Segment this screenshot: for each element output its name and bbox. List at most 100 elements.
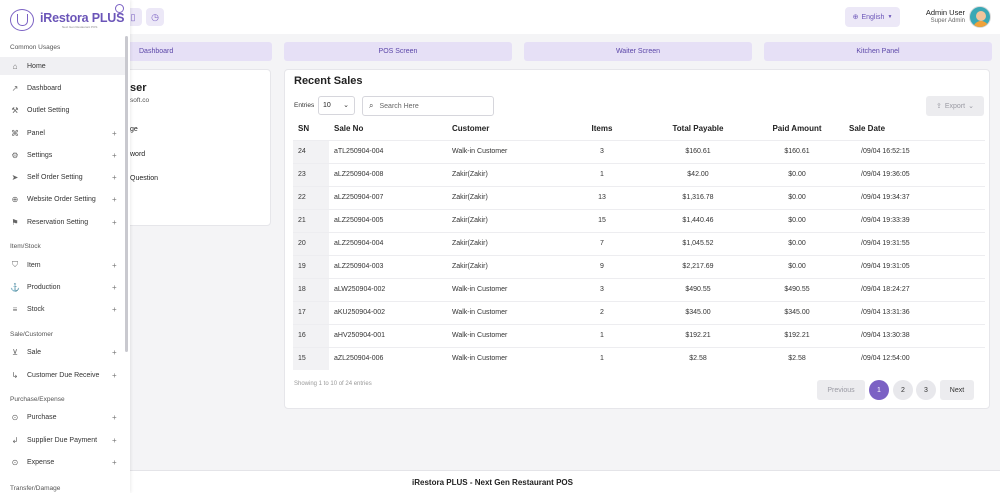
user-name[interactable]: Admin User (905, 8, 965, 17)
sidebar-section-common-usages: Common Usages (10, 44, 61, 51)
column-header-paid-amount[interactable]: Paid Amount (757, 117, 837, 140)
next-page-button[interactable]: Next (940, 380, 974, 400)
sidebar-item-label: Self Order Setting (27, 173, 83, 181)
cell-sale-no: aKU250904-002 (329, 300, 447, 324)
expand-plus-icon[interactable]: + (112, 173, 117, 182)
table-row[interactable]: 21 aLZ250904-005 Zakir(Zakir) 15 $1,440.46 $0… (293, 208, 985, 232)
cell-sale-date: /09/04 19:34:37 (837, 185, 985, 209)
sidebar-item-panel[interactable]: ⌘ Panel + (0, 124, 128, 142)
shortcut-kitchen-panel[interactable]: Kitchen Panel (764, 42, 992, 61)
column-header-customer[interactable]: Customer (447, 117, 565, 140)
cell-customer: Walk-in Customer (447, 346, 565, 370)
sidebar-item-label: Purchase (27, 413, 57, 421)
sidebar-item-purchase[interactable]: ⊙ Purchase + (0, 408, 128, 426)
sidebar: iRestora PLUS Next Gen Restaurant POS Co… (0, 0, 130, 493)
avatar-face (976, 11, 986, 21)
sidebar-item-reservation-setting[interactable]: ⚑ Reservation Setting + (0, 213, 128, 231)
clock-icon[interactable]: ◷ (146, 8, 164, 26)
page-button-2[interactable]: 2 (893, 380, 913, 400)
sidebar-item-home[interactable]: ⌂ Home (0, 57, 128, 75)
table-row[interactable]: 16 aHV250904-001 Walk-in Customer 1 $192.21 $… (293, 323, 985, 347)
sidebar-item-self-order-setting[interactable]: ➤ Self Order Setting + (0, 168, 128, 186)
column-header-total-payable[interactable]: Total Payable (639, 117, 757, 140)
export-button[interactable]: ⇪ Export ⌄ (926, 96, 984, 116)
language-dropdown[interactable]: ⊕ English ▼ (845, 7, 900, 27)
column-header-sale-no[interactable]: Sale No (329, 117, 447, 140)
cell-items: 1 (565, 323, 639, 347)
profile-link-security-question[interactable]: Question (130, 175, 158, 182)
cell-sale-no: aLZ250904-008 (329, 162, 447, 186)
sidebar-item-label: Sale (27, 348, 42, 356)
sidebar-item-settings[interactable]: ⚙ Settings + (0, 146, 128, 164)
table-row[interactable]: 24 aTL250904-004 Walk-in Customer 3 $160.61 $… (293, 139, 985, 163)
expand-plus-icon[interactable]: + (112, 413, 117, 422)
column-header-sn[interactable]: SN (293, 117, 329, 140)
sidebar-item-label: Reservation Setting (27, 218, 89, 226)
profile-link-change-password[interactable]: word (130, 151, 145, 158)
sidebar-item-expense[interactable]: ⊙ Expense + (0, 453, 128, 471)
table-row[interactable]: 15 aZL250904-006 Walk-in Customer 1 $2.58 $2.… (293, 346, 985, 370)
cell-total-payable: $490.55 (639, 277, 757, 301)
cell-paid-amount: $0.00 (757, 162, 837, 186)
cell-customer: Zakir(Zakir) (447, 208, 565, 232)
shortcut-waiter-screen[interactable]: Waiter Screen (524, 42, 752, 61)
sidebar-scrollbar[interactable] (125, 36, 128, 352)
table-row[interactable]: 23 aLZ250904-008 Zakir(Zakir) 1 $42.00 $0.00/… (293, 162, 985, 186)
cell-sale-date: /09/04 19:33:39 (837, 208, 985, 232)
page-button-3[interactable]: 3 (916, 380, 936, 400)
cell-customer: Zakir(Zakir) (447, 254, 565, 278)
send-icon: ➤ (11, 172, 19, 182)
recent-sales-card: Recent Sales Entries 10 ⌄ ⌕ Search Here … (284, 69, 990, 409)
sidebar-item-label: Outlet Setting (27, 106, 70, 114)
expand-plus-icon[interactable]: + (112, 458, 117, 467)
page-button-1[interactable]: 1 (869, 380, 889, 400)
sidebar-item-item[interactable]: ⛉ Item + (0, 256, 128, 274)
cart-icon: ⊻ (12, 347, 18, 357)
column-header-items[interactable]: Items (565, 117, 639, 140)
expand-plus-icon[interactable]: + (112, 283, 117, 292)
cell-total-payable: $2,217.69 (639, 254, 757, 278)
cell-sale-no: aLZ250904-003 (329, 254, 447, 278)
expand-plus-icon[interactable]: + (112, 261, 117, 270)
shortcut-pos-screen[interactable]: POS Screen (284, 42, 512, 61)
table-row[interactable]: 22 aLZ250904-007 Zakir(Zakir) 13 $1,316.78 $0… (293, 185, 985, 209)
column-header-sale-date[interactable]: Sale Date (837, 117, 985, 140)
sidebar-item-supplier-due-payment[interactable]: ↲ Supplier Due Payment + (0, 431, 128, 449)
expand-plus-icon[interactable]: + (112, 218, 117, 227)
avatar[interactable] (969, 6, 991, 28)
cell-items: 13 (565, 185, 639, 209)
profile-card: ser soft.co ge word Question (118, 69, 271, 226)
sidebar-item-label: Home (27, 62, 46, 70)
expand-plus-icon[interactable]: + (112, 371, 117, 380)
sidebar-item-website-order-setting[interactable]: ⊕ Website Order Setting + (0, 190, 128, 208)
sidebar-item-sale[interactable]: ⊻ Sale + (0, 343, 128, 361)
table-row[interactable]: 19 aLZ250904-003 Zakir(Zakir) 9 $2,217.69 $0.… (293, 254, 985, 278)
cell-sale-no: aHV250904-001 (329, 323, 447, 347)
sidebar-item-production[interactable]: ⚓ Production + (0, 278, 128, 296)
sidebar-section-sale-customer: Sale/Customer (10, 331, 53, 338)
sidebar-item-dashboard[interactable]: ↗ Dashboard (0, 79, 128, 97)
previous-page-button[interactable]: Previous (817, 380, 865, 400)
sidebar-item-outlet-setting[interactable]: ⚒ Outlet Setting (0, 101, 128, 119)
sidebar-item-customer-due-receive[interactable]: ↳ Customer Due Receive + (0, 366, 128, 384)
expand-plus-icon[interactable]: + (112, 129, 117, 138)
caret-down-icon: ▼ (887, 14, 893, 20)
profile-link-change-profile[interactable]: ge (130, 126, 138, 133)
search-placeholder: Search Here (379, 102, 419, 110)
expand-plus-icon[interactable]: + (112, 195, 117, 204)
cell-sn: 21 (293, 208, 329, 232)
expand-plus-icon[interactable]: + (112, 348, 117, 357)
entries-select[interactable]: 10 ⌄ (318, 96, 355, 115)
expand-plus-icon[interactable]: + (112, 436, 117, 445)
search-input[interactable]: ⌕ Search Here (362, 96, 494, 116)
table-row[interactable]: 20 aLZ250904-004 Zakir(Zakir) 7 $1,045.52 $0.… (293, 231, 985, 255)
brand-logo[interactable]: iRestora PLUS Next Gen Restaurant POS (10, 4, 125, 32)
table-row[interactable]: 18 aLW250904-002 Walk-in Customer 3 $490.55 $… (293, 277, 985, 301)
cell-total-payable: $42.00 (639, 162, 757, 186)
expand-plus-icon[interactable]: + (112, 305, 117, 314)
table-row[interactable]: 17 aKU250904-002 Walk-in Customer 2 $345.00 $… (293, 300, 985, 324)
showing-entries-text: Showing 1 to 10 of 24 entries (294, 381, 372, 387)
sidebar-item-stock[interactable]: ≡ Stock + (0, 300, 128, 318)
expand-plus-icon[interactable]: + (112, 151, 117, 160)
entries-label: Entries (294, 102, 315, 109)
